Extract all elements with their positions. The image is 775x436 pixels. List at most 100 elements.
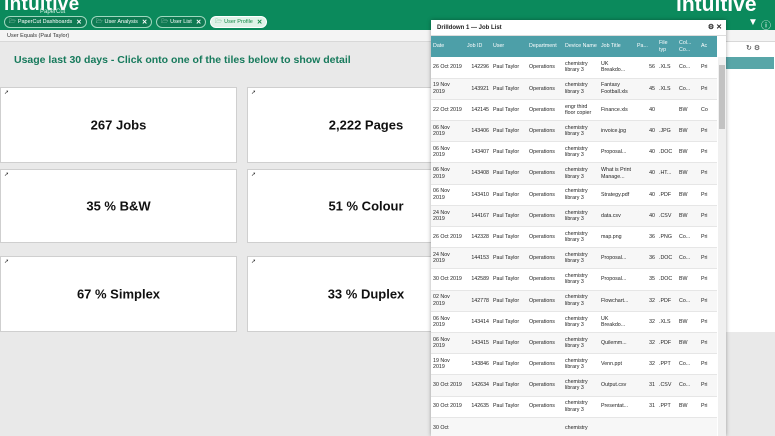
table-cell: 143410: [465, 184, 491, 206]
table-row[interactable]: 06 Nov 2019 143410 Paul Taylor Operations ch…: [431, 184, 717, 206]
tab-strip: 🗁 PaperCut Dashboards ✕ 🗁 User Analysis …: [4, 16, 268, 29]
table-row[interactable]: 24 Nov 2019 144153 Paul Taylor Operations ch…: [431, 247, 717, 270]
column-header[interactable]: Pa...: [635, 36, 657, 57]
table-cell: 36: [635, 226, 657, 249]
tile-simplex[interactable]: ➚ 67 % Simplex: [0, 256, 237, 332]
table-cell: 30 Oct 2019: [431, 268, 465, 291]
table-cell: Pri: [699, 353, 717, 376]
column-header[interactable]: Col... Co...: [677, 36, 699, 57]
column-header[interactable]: Device Name: [563, 36, 599, 57]
table-cell: Co...: [677, 374, 699, 397]
tab-user-list[interactable]: 🗁 User List ✕: [156, 16, 207, 28]
table-row[interactable]: 30 Oct chemistry: [431, 417, 717, 436]
table-cell: 143921: [465, 78, 491, 100]
column-header[interactable]: Date: [431, 36, 465, 57]
table-cell: Co...: [677, 226, 699, 249]
expand-arrow-icon[interactable]: ➚: [4, 89, 9, 96]
table-row[interactable]: 06 Nov 2019 143415 Paul Taylor Operations ch…: [431, 332, 717, 355]
table-cell: Fantasy Football.xls: [599, 78, 635, 100]
table-cell: [491, 417, 527, 436]
table-cell: chemistry library 3: [563, 57, 599, 79]
expand-arrow-icon[interactable]: ➚: [251, 258, 256, 265]
table-cell: data.csv: [599, 205, 635, 228]
column-header[interactable]: File typ: [657, 36, 677, 57]
table-row[interactable]: 02 Nov 2019 142778 Paul Taylor Operations ch…: [431, 290, 717, 312]
table-cell: 26 Oct 2019: [431, 226, 465, 249]
table-cell: Paul Taylor: [491, 374, 527, 397]
table-cell: 142296: [465, 57, 491, 79]
table-row[interactable]: 26 Oct 2019 142296 Paul Taylor Operations ch…: [431, 57, 717, 79]
tile-jobs[interactable]: ➚ 267 Jobs: [0, 87, 237, 163]
table-cell: Paul Taylor: [491, 78, 527, 100]
close-icon[interactable]: ✕: [76, 18, 81, 26]
page-heading: Usage last 30 days - Click onto one of t…: [14, 54, 351, 66]
modal-scrollbar[interactable]: [718, 57, 726, 436]
table-row[interactable]: 24 Nov 2019 144167 Paul Taylor Operations ch…: [431, 205, 717, 228]
table-cell: Paul Taylor: [491, 247, 527, 270]
expand-arrow-icon[interactable]: ➚: [251, 89, 256, 96]
table-cell: .PNG: [657, 226, 677, 249]
table-cell: BW: [677, 205, 699, 228]
folder-icon: 🗁: [215, 18, 223, 25]
table-cell: 142589: [465, 268, 491, 291]
table-cell: 45: [635, 78, 657, 100]
expand-arrow-icon[interactable]: ➚: [4, 171, 9, 178]
table-cell: BW: [677, 184, 699, 206]
table-row[interactable]: 06 Nov 2019 143406 Paul Taylor Operations ch…: [431, 120, 717, 143]
table-row[interactable]: 26 Oct 2019 142328 Paul Taylor Operations ch…: [431, 226, 717, 249]
table-cell: 32: [635, 311, 657, 333]
column-header[interactable]: Job Title: [599, 36, 635, 57]
table-cell: Presentat...: [599, 396, 635, 418]
table-cell: Pri: [699, 120, 717, 143]
close-icon[interactable]: ✕: [142, 18, 147, 26]
table-cell: engr third floor copier: [563, 99, 599, 122]
table-cell: 06 Nov 2019: [431, 332, 465, 355]
table-cell: BW: [677, 396, 699, 418]
filter-icon[interactable]: ▼: [748, 17, 758, 28]
tab-papercut-dashboards[interactable]: 🗁 PaperCut Dashboards ✕: [4, 16, 87, 28]
close-icon[interactable]: ✕: [196, 18, 201, 26]
table-row[interactable]: 06 Nov 2019 143414 Paul Taylor Operations ch…: [431, 311, 717, 333]
tile-bw[interactable]: ➚ 35 % B&W: [0, 169, 237, 243]
close-icon[interactable]: ✕: [716, 24, 722, 31]
table-cell: Output.csv: [599, 374, 635, 397]
column-header[interactable]: Ac: [699, 36, 717, 57]
table-row[interactable]: 30 Oct 2019 142635 Paul Taylor Operations ch…: [431, 396, 717, 418]
close-icon[interactable]: ✕: [257, 18, 262, 26]
table-cell: [677, 417, 699, 436]
table-cell: .DOC: [657, 141, 677, 164]
table-cell: .JPG: [657, 120, 677, 143]
table-row[interactable]: 06 Nov 2019 143407 Paul Taylor Operations ch…: [431, 141, 717, 164]
table-row[interactable]: 30 Oct 2019 142634 Paul Taylor Operations ch…: [431, 374, 717, 397]
table-cell: BW: [677, 120, 699, 143]
table-row[interactable]: 06 Nov 2019 143408 Paul Taylor Operations ch…: [431, 162, 717, 185]
table-cell: Operations: [527, 162, 563, 185]
table-cell: chemistry library 3: [563, 141, 599, 164]
modal-tools: ⚙ ✕: [708, 20, 722, 36]
column-header[interactable]: Job ID: [465, 36, 491, 57]
table-row[interactable]: 30 Oct 2019 142589 Paul Taylor Operations ch…: [431, 268, 717, 291]
tab-user-profile[interactable]: 🗁 User Profile ✕: [210, 16, 268, 28]
table-cell: .XLS: [657, 78, 677, 100]
refresh-icon[interactable]: ↻: [746, 45, 752, 52]
table-cell: chemistry library 3: [563, 226, 599, 249]
tab-user-analysis[interactable]: 🗁 User Analysis ✕: [90, 16, 153, 28]
table-row[interactable]: 19 Nov 2019 143921 Paul Taylor Operations ch…: [431, 78, 717, 100]
table-cell: chemistry library 3: [563, 205, 599, 228]
table-cell: Paul Taylor: [491, 99, 527, 122]
expand-arrow-icon[interactable]: ➚: [4, 258, 9, 265]
scrollbar-thumb[interactable]: [719, 65, 725, 129]
column-header[interactable]: Department: [527, 36, 563, 57]
table-cell: chemistry library 3: [563, 290, 599, 312]
folder-icon: 🗁: [95, 18, 103, 25]
table-row[interactable]: 22 Oct 2019 142145 Paul Taylor Operations en…: [431, 99, 717, 122]
gear-icon[interactable]: ⚙: [708, 24, 714, 31]
table-cell: Pri: [699, 311, 717, 333]
column-header[interactable]: User: [491, 36, 527, 57]
table-cell: 22 Oct 2019: [431, 99, 465, 122]
expand-arrow-icon[interactable]: ➚: [251, 171, 256, 178]
gear-icon[interactable]: ⚙: [754, 45, 760, 52]
table-cell: 06 Nov 2019: [431, 141, 465, 164]
table-row[interactable]: 19 Nov 2019 143846 Paul Taylor Operations ch…: [431, 353, 717, 376]
table-cell: chemistry library 3: [563, 268, 599, 291]
